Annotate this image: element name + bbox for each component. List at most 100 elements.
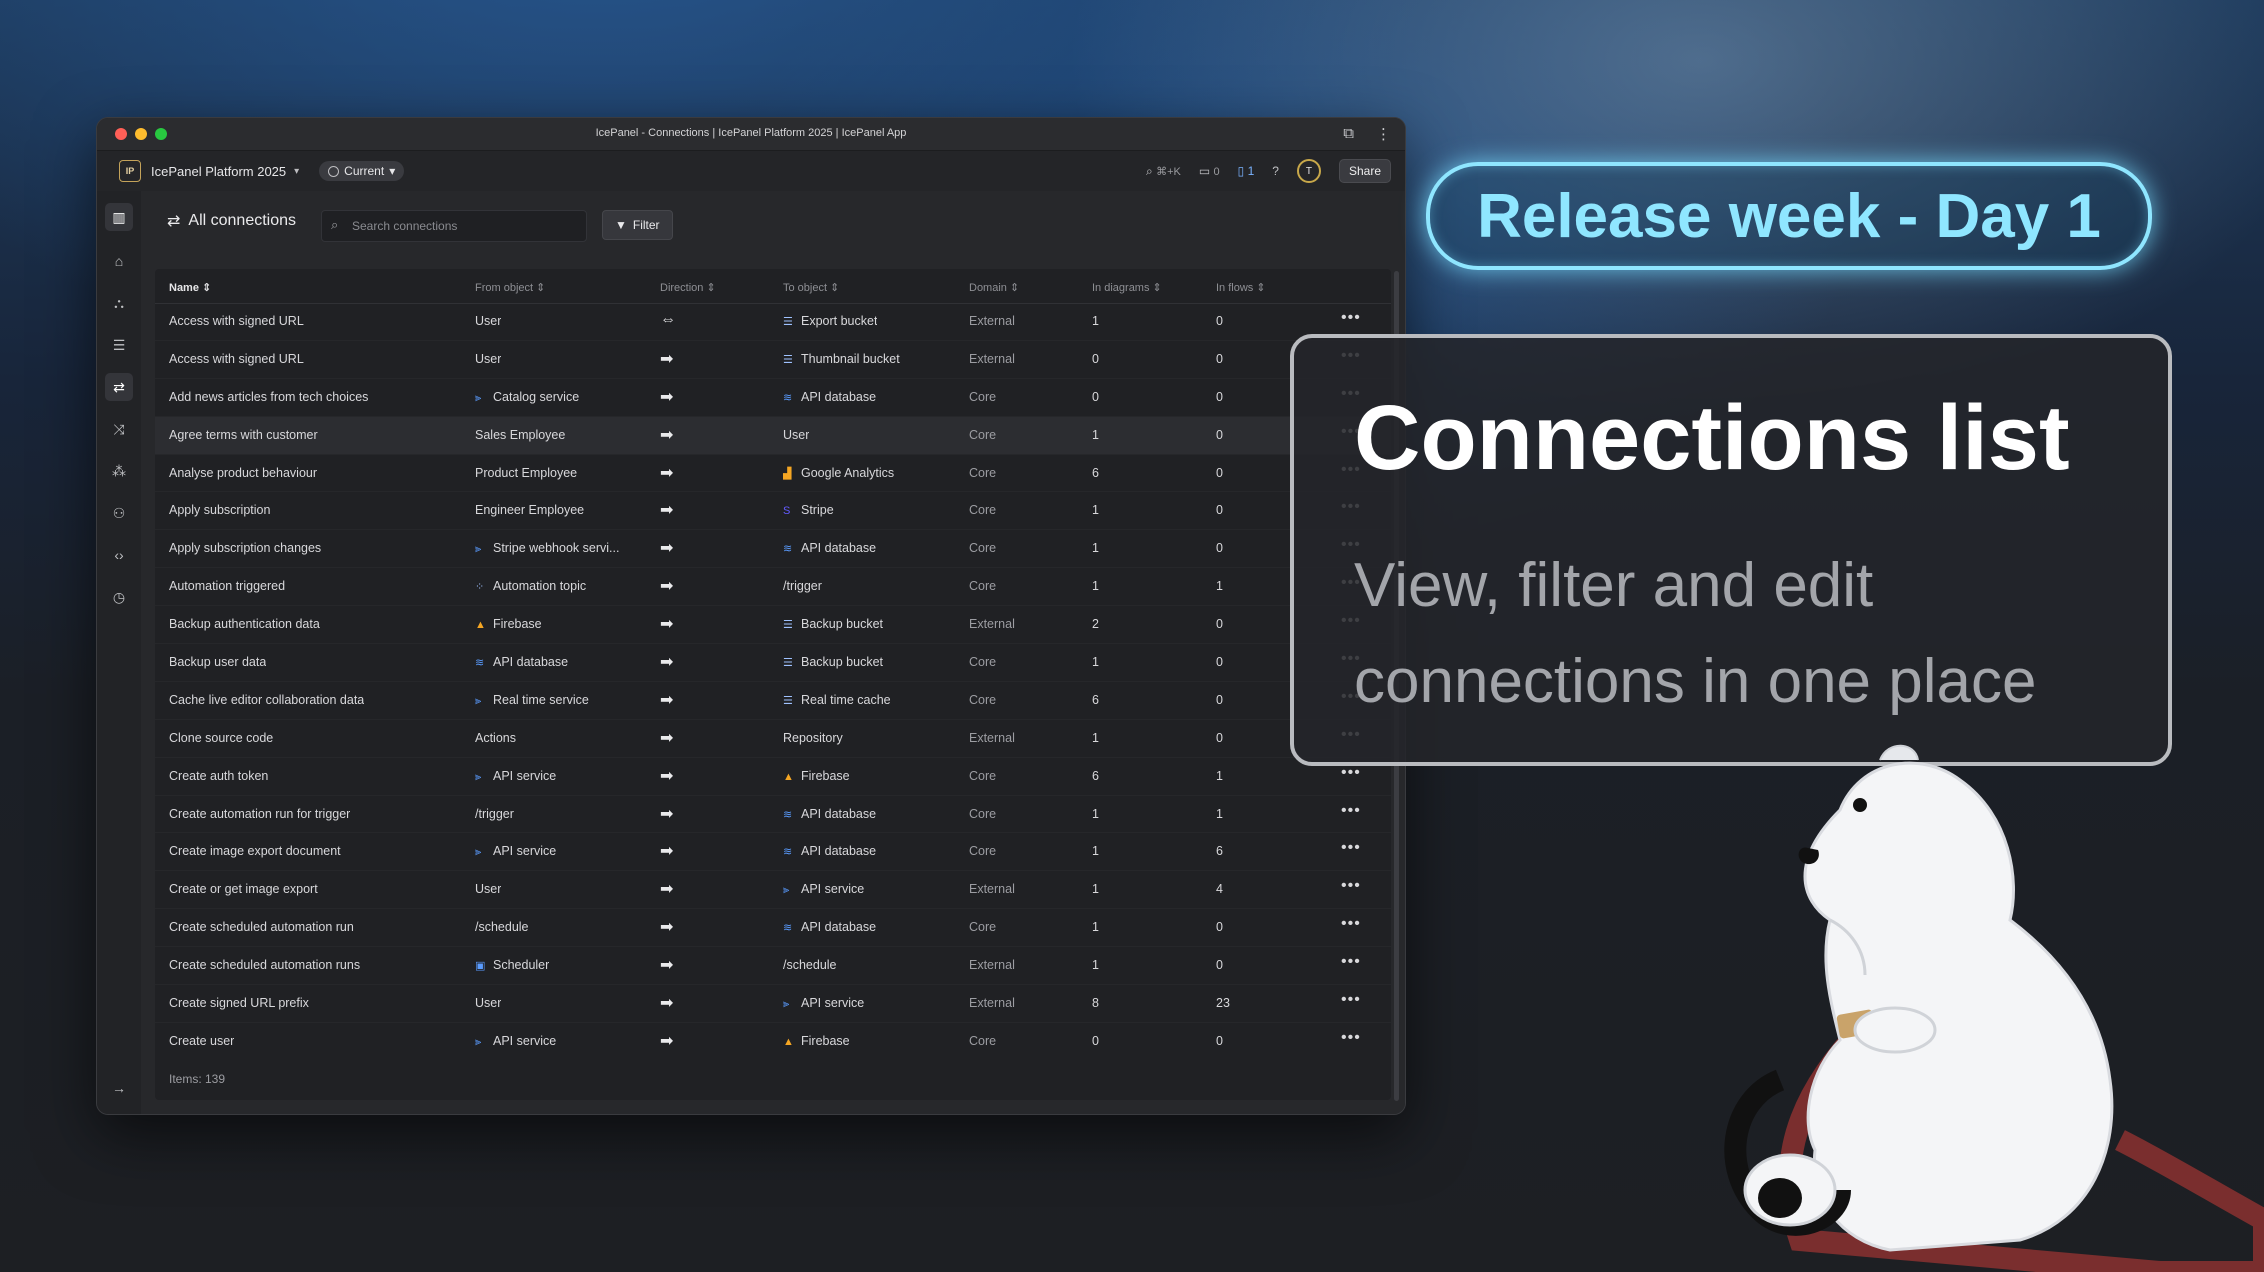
from-object-text: Automation topic <box>493 579 587 594</box>
team-icon[interactable]: ⚇ <box>105 499 133 527</box>
share-button[interactable]: Share <box>1338 159 1391 183</box>
connection-name-text: Create auth token <box>169 768 269 783</box>
in-flows: 0 <box>1216 352 1223 366</box>
table-row[interactable]: Apply subscription Engineer Employee ➡ S Str… <box>155 492 1391 531</box>
version-selector[interactable]: Current ▾ <box>319 161 405 181</box>
table-row[interactable]: Backup user data ≋ API database ➡ ☰ Backup bu… <box>155 644 1391 682</box>
table-row[interactable]: Analyse product behaviour Product Employe… <box>155 455 1391 493</box>
table-row[interactable]: Create scheduled automation runs ▣ Schedul… <box>155 947 1391 986</box>
kebab-menu-icon[interactable]: ⋮ <box>1376 125 1391 143</box>
column-header-from[interactable]: From object ⇕ <box>475 281 545 294</box>
in-diagrams: 1 <box>1092 541 1099 555</box>
table-row[interactable]: Create user ⫸ API service ➡ ▲ Firebase Core 0 0 •… <box>155 1023 1391 1053</box>
in-diagrams: 1 <box>1092 579 1099 593</box>
from-object: ⫸ Stripe webhook servi... <box>475 541 619 556</box>
dependencies-icon[interactable]: ⁂ <box>105 457 133 485</box>
direction-arrow-icon: ➡ <box>660 995 674 1013</box>
table-row[interactable]: Automation triggered ⁘ Automation topic ➡ /t… <box>155 568 1391 607</box>
bucket-icon: ☰ <box>783 353 793 366</box>
row-menu-icon[interactable]: ••• <box>1341 802 1361 820</box>
table-row[interactable]: Create signed URL prefix User ➡ ⫸ API servic… <box>155 985 1391 1023</box>
table-row[interactable]: Agree terms with customer Sales Employee ➡… <box>155 416 1391 455</box>
table-row[interactable]: Clone source code Actions ➡ Repository Exter… <box>155 720 1391 758</box>
column-header-domain[interactable]: Domain ⇕ <box>969 281 1019 294</box>
from-object: ⫸ Real time service <box>475 693 589 708</box>
row-menu-icon[interactable]: ••• <box>1341 915 1361 933</box>
connection-name: Create scheduled automation run <box>169 920 354 934</box>
filter-button[interactable]: ▼ Filter <box>602 210 673 240</box>
to-object: ☰ Real time cache <box>783 693 891 707</box>
firebase-icon: ▲ <box>475 619 486 632</box>
home-icon[interactable]: ⌂ <box>105 247 133 275</box>
row-menu-icon[interactable]: ••• <box>1341 991 1361 1009</box>
code-icon[interactable]: ‹› <box>105 541 133 569</box>
row-menu-icon[interactable]: ••• <box>1341 953 1361 971</box>
row-menu-icon[interactable]: ••• <box>1341 309 1361 327</box>
project-logo[interactable]: IP <box>119 160 141 182</box>
from-object: ⫸ API service <box>475 769 556 784</box>
table-row[interactable]: Access with signed URL User ⇔ ☰ Export bucke… <box>155 303 1391 341</box>
direction-arrow-icon: ➡ <box>660 767 674 785</box>
column-header-to[interactable]: To object ⇕ <box>783 281 839 294</box>
domain-text: Core <box>969 389 997 404</box>
domain: Core <box>969 541 996 555</box>
to-object-text: API database <box>801 844 877 859</box>
table-row[interactable]: Create or get image export User ➡ ⫸ API serv… <box>155 871 1391 910</box>
flows-icon[interactable]: ⤨ <box>105 415 133 443</box>
row-menu-icon[interactable]: ••• <box>1341 1029 1361 1047</box>
project-name[interactable]: IcePanel Platform 2025 <box>151 164 286 179</box>
expand-sidebar-icon[interactable]: → <box>105 1074 133 1102</box>
in-flows-text: 4 <box>1216 882 1223 897</box>
to-object-text: Export bucket <box>801 314 878 328</box>
in-diagrams-text: 1 <box>1092 503 1099 518</box>
database-icon: ≋ <box>475 657 485 670</box>
connection-name-text: Create signed URL prefix <box>169 996 309 1011</box>
comments-button[interactable]: ▭ 0 <box>1199 164 1220 178</box>
domain-text: Core <box>969 768 997 783</box>
history-icon[interactable]: ◷ <box>105 583 133 611</box>
in-diagrams-text: 1 <box>1092 314 1099 328</box>
search-button[interactable]: ⌕ ⌘+K <box>1146 164 1181 179</box>
service-icon: ⫸ <box>475 543 482 556</box>
in-flows-text: 1 <box>1216 579 1223 594</box>
table-row[interactable]: Apply subscription changes ⫸ Stripe webhoo… <box>155 530 1391 569</box>
row-menu-icon[interactable]: ••• <box>1341 839 1361 857</box>
items-count: Items: 139 <box>169 1072 226 1086</box>
list-icon[interactable]: ☰ <box>105 331 133 359</box>
table-row[interactable]: Cache live editor collaboration data ⫸ Rea… <box>155 682 1391 720</box>
search-box[interactable]: ⌕ <box>321 210 587 242</box>
from-object: ≋ API database <box>475 655 568 669</box>
to-object: ▲ Firebase <box>783 1034 850 1048</box>
help-button[interactable]: ? <box>1272 164 1279 178</box>
table-row[interactable]: Create image export document ⫸ API service… <box>155 833 1391 872</box>
column-header-name[interactable]: Name ⇕ <box>169 281 211 294</box>
column-header-diagrams[interactable]: In diagrams ⇕ <box>1092 281 1162 294</box>
search-input[interactable] <box>350 218 574 234</box>
table-row[interactable]: Backup authentication data ▲ Firebase ➡ ☰ Bac… <box>155 606 1391 645</box>
table-row[interactable]: Create scheduled automation run/schedule… <box>155 909 1391 948</box>
row-menu-icon[interactable]: ••• <box>1341 877 1361 895</box>
avatar[interactable]: T <box>1296 159 1321 183</box>
connections-icon[interactable]: ⇄ <box>105 373 133 401</box>
topic-icon: ⁘ <box>475 581 485 594</box>
column-header-direction[interactable]: Direction ⇕ <box>660 281 716 294</box>
comments-count: 0 <box>1213 166 1220 178</box>
chevron-down-icon[interactable]: ▾ <box>294 166 299 177</box>
card-title: Connections list <box>1354 387 2070 489</box>
domain-text: External <box>969 958 1015 973</box>
diagrams-icon[interactable]: ⛬ <box>105 289 133 317</box>
extensions-icon[interactable]: ⧉ <box>1343 125 1354 143</box>
connection-name: Clone source code <box>169 731 273 745</box>
scheduler-icon: ▣ <box>475 960 486 973</box>
table-row[interactable]: Access with signed URL User ➡ ☰ Thumbnail bu… <box>155 341 1391 379</box>
table-row[interactable]: Create automation run for trigger/trigge… <box>155 796 1391 834</box>
table-row[interactable]: Add news articles from tech choices ⫸ Cata… <box>155 379 1391 417</box>
landscape-icon[interactable]: ▥ <box>105 203 133 231</box>
in-diagrams-text: 1 <box>1092 920 1099 935</box>
table-row[interactable]: Create auth token ⫸ API service ➡ ▲ Firebase C… <box>155 758 1391 796</box>
to-object: ≋ API database <box>783 920 876 934</box>
direction-arrow-icon: ➡ <box>660 654 674 672</box>
column-header-flows[interactable]: In flows ⇕ <box>1216 281 1266 294</box>
row-menu-icon[interactable]: ••• <box>1341 764 1361 782</box>
drafts-button[interactable]: ▯ 1 <box>1238 164 1255 178</box>
